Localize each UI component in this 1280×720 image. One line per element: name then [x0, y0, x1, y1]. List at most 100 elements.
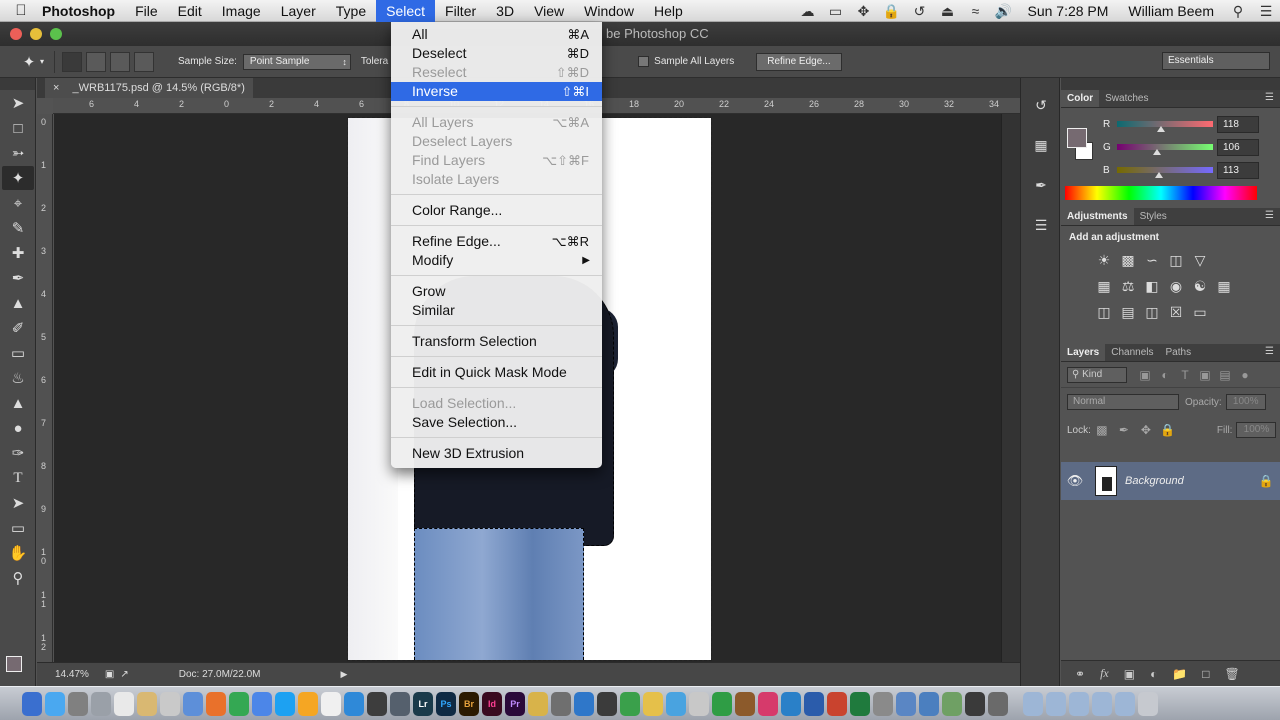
menu-item-similar[interactable]: Similar [391, 301, 602, 320]
user-name[interactable]: William Beem [1118, 3, 1224, 19]
type-tool-icon[interactable]: T [2, 466, 34, 490]
blue-value-field[interactable]: 113 [1217, 162, 1259, 179]
layer-kind-filter[interactable]: ⚲ Kind [1067, 366, 1127, 383]
new-layer-icon[interactable]: □ [1202, 667, 1209, 681]
color-balance-icon[interactable]: ⚖ [1119, 278, 1137, 294]
sample-size-select[interactable]: Point Sample [242, 53, 351, 70]
history-brush-tool-icon[interactable]: ✐ [2, 316, 34, 340]
utility-icon[interactable] [873, 691, 893, 716]
green-slider[interactable]: G 106 [1103, 139, 1273, 157]
tab-color[interactable]: Color [1061, 90, 1100, 107]
word-icon[interactable] [804, 691, 824, 716]
bridge-icon[interactable]: Br [459, 691, 479, 716]
share-icon[interactable]: ▣ [105, 669, 114, 680]
crop-tool-icon[interactable]: ⌖ [2, 191, 34, 215]
eraser-tool-icon[interactable]: ▭ [2, 341, 34, 365]
menu-view[interactable]: View [524, 0, 574, 22]
healing-brush-tool-icon[interactable]: ✚ [2, 241, 34, 265]
sample-all-layers-checkbox[interactable]: Sample All Layers [638, 55, 734, 67]
tab-styles[interactable]: Styles [1134, 208, 1173, 225]
gradient-map-icon[interactable]: ▭ [1191, 304, 1209, 320]
mail-icon[interactable] [321, 691, 341, 716]
menu-layer[interactable]: Layer [271, 0, 326, 22]
smart-object-filter-icon[interactable]: ▤ [1215, 368, 1235, 382]
red-slider-thumb[interactable] [1157, 126, 1166, 132]
utility-icon[interactable] [942, 691, 962, 716]
channel-mixer-icon[interactable]: ☯ [1191, 278, 1209, 294]
utility-icon[interactable] [781, 691, 801, 716]
indesign-icon[interactable]: Id [482, 691, 502, 716]
calendar-icon[interactable] [114, 691, 134, 716]
panel-menu-icon[interactable]: ☰ [1265, 92, 1274, 103]
menu-image[interactable]: Image [212, 0, 271, 22]
menu-item-new-3d-extrusion[interactable]: New 3D Extrusion [391, 444, 602, 463]
history-icon[interactable]: ↺ [1028, 92, 1054, 118]
tool-preset-chevron-icon[interactable]: ▾ [40, 57, 54, 66]
tab-layers[interactable]: Layers [1061, 344, 1106, 361]
panel-menu-icon[interactable]: ☰ [1265, 210, 1274, 221]
menu-item-deselect[interactable]: Deselect ⌘D [391, 44, 602, 63]
utility-icon[interactable] [666, 691, 686, 716]
add-to-selection-button[interactable] [86, 51, 106, 72]
green-slider-thumb[interactable] [1153, 149, 1162, 155]
folder-icon[interactable] [1023, 691, 1043, 716]
menu-item-modify[interactable]: Modify ▶ [391, 251, 602, 270]
vibrance-icon[interactable]: ▽ [1191, 252, 1209, 268]
evernote-icon[interactable] [712, 691, 732, 716]
list-icon[interactable]: ☰ [1252, 3, 1280, 20]
add-mask-icon[interactable]: ▣ [1124, 667, 1135, 681]
shape-filter-icon[interactable]: ▣ [1195, 368, 1215, 382]
tab-paths[interactable]: Paths [1160, 344, 1198, 361]
status-menu-arrow-icon[interactable]: ▶ [340, 669, 347, 680]
utility-icon[interactable] [551, 691, 571, 716]
aperture-icon[interactable] [367, 691, 387, 716]
foreground-color-swatch[interactable] [6, 656, 22, 672]
lock-image-icon[interactable]: ✒ [1113, 423, 1135, 437]
red-slider[interactable]: R 118 [1103, 116, 1273, 134]
menu-item-all[interactable]: All ⌘A [391, 25, 602, 44]
system-preferences-icon[interactable] [91, 691, 111, 716]
adjustment-filter-icon[interactable]: ◐ [1155, 368, 1175, 382]
blue-slider[interactable]: B 113 [1103, 162, 1273, 180]
paint-bucket-tool-icon[interactable]: ♨ [2, 366, 34, 390]
launchpad-icon[interactable] [68, 691, 88, 716]
dodge-tool-icon[interactable]: ● [2, 416, 34, 440]
lightroom-icon[interactable]: Lr [413, 691, 433, 716]
volume-icon[interactable]: 🔊 [989, 3, 1017, 20]
menu-item-inverse[interactable]: Inverse ⇧⌘I [391, 82, 602, 101]
menu-app-name[interactable]: Photoshop [42, 0, 125, 22]
new-adjustment-layer-icon[interactable]: ◐ [1150, 667, 1157, 681]
red-value-field[interactable]: 118 [1217, 116, 1259, 133]
menu-help[interactable]: Help [644, 0, 693, 22]
delete-layer-icon[interactable]: 🗑 [1225, 667, 1240, 681]
subtract-from-selection-button[interactable] [110, 51, 130, 72]
safari-icon[interactable] [252, 691, 272, 716]
green-value-field[interactable]: 106 [1217, 139, 1259, 156]
magic-wand-icon[interactable]: ✦ [18, 53, 40, 71]
menu-filter[interactable]: Filter [435, 0, 486, 22]
menu-file[interactable]: File [125, 0, 168, 22]
rectangle-tool-icon[interactable]: ▭ [2, 516, 34, 540]
search-icon[interactable]: ⚲ [1224, 3, 1252, 20]
pixel-filter-icon[interactable]: ▣ [1135, 368, 1155, 382]
utility-icon[interactable] [988, 691, 1008, 716]
filter-toggle-icon[interactable]: ● [1235, 368, 1255, 382]
photo-app-icon[interactable] [390, 691, 410, 716]
zoom-level[interactable]: 14.47% [55, 669, 89, 680]
trash-icon[interactable] [1138, 691, 1158, 716]
menu-item-grow[interactable]: Grow [391, 282, 602, 301]
hue-saturation-icon[interactable]: ▦ [1095, 278, 1113, 294]
folder-icon[interactable] [1069, 691, 1089, 716]
menu-window[interactable]: Window [574, 0, 644, 22]
clone-stamp-tool-icon[interactable]: ▲ [2, 291, 34, 315]
lock-transparent-icon[interactable]: ▩ [1091, 423, 1113, 437]
new-selection-button[interactable] [62, 51, 82, 72]
layer-row-background[interactable]: 👁 Background 🔒 [1061, 462, 1280, 500]
link-layers-icon[interactable]: ⚭ [1075, 667, 1085, 681]
blend-mode-select[interactable]: Normal [1067, 394, 1179, 410]
photoshop-icon[interactable]: Ps [436, 691, 456, 716]
intersect-selection-button[interactable] [134, 51, 154, 72]
menu-edit[interactable]: Edit [168, 0, 212, 22]
move-tool-icon[interactable]: ➤ [2, 91, 34, 115]
powerpoint-icon[interactable] [827, 691, 847, 716]
